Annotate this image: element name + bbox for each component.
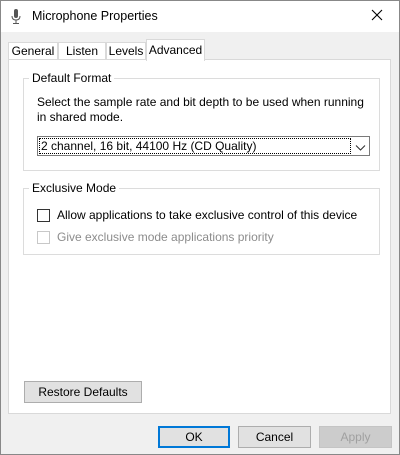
tab-advanced[interactable]: Advanced [146, 39, 205, 61]
window-title: Microphone Properties [32, 9, 158, 23]
default-format-selected-value: 2 channel, 16 bit, 44100 Hz (CD Quality) [39, 138, 351, 154]
default-format-group: Default Format Select the sample rate an… [23, 70, 380, 171]
close-button[interactable] [355, 1, 399, 32]
default-format-select[interactable]: 2 channel, 16 bit, 44100 Hz (CD Quality) [37, 136, 370, 156]
allow-exclusive-label[interactable]: Allow applications to take exclusive con… [57, 208, 357, 222]
give-priority-checkbox [37, 230, 50, 244]
default-format-description: Select the sample rate and bit depth to … [37, 95, 364, 124]
default-format-label: Default Format [29, 70, 115, 86]
allow-exclusive-row[interactable]: Allow applications to take exclusive con… [37, 207, 357, 223]
properties-dialog: Microphone Properties General Listen Lev… [0, 0, 400, 455]
tab-levels[interactable]: Levels [106, 42, 146, 59]
advanced-tab-panel: Default Format Select the sample rate an… [8, 59, 391, 414]
restore-defaults-button[interactable]: Restore Defaults [24, 381, 142, 403]
microphone-icon [10, 9, 22, 25]
cancel-button[interactable]: Cancel [238, 426, 311, 448]
tab-listen[interactable]: Listen [58, 42, 106, 59]
ok-button[interactable]: OK [158, 426, 230, 448]
give-priority-row: Give exclusive mode applications priorit… [37, 229, 274, 245]
exclusive-mode-label: Exclusive Mode [29, 180, 120, 196]
chevron-down-icon [355, 141, 366, 151]
title-bar[interactable]: Microphone Properties [1, 1, 399, 32]
tab-general[interactable]: General [8, 42, 58, 59]
give-priority-label: Give exclusive mode applications priorit… [57, 230, 274, 244]
exclusive-mode-group: Exclusive Mode Allow applications to tak… [23, 180, 380, 255]
allow-exclusive-checkbox[interactable] [37, 208, 50, 222]
close-icon [371, 9, 383, 24]
apply-button: Apply [319, 426, 392, 448]
